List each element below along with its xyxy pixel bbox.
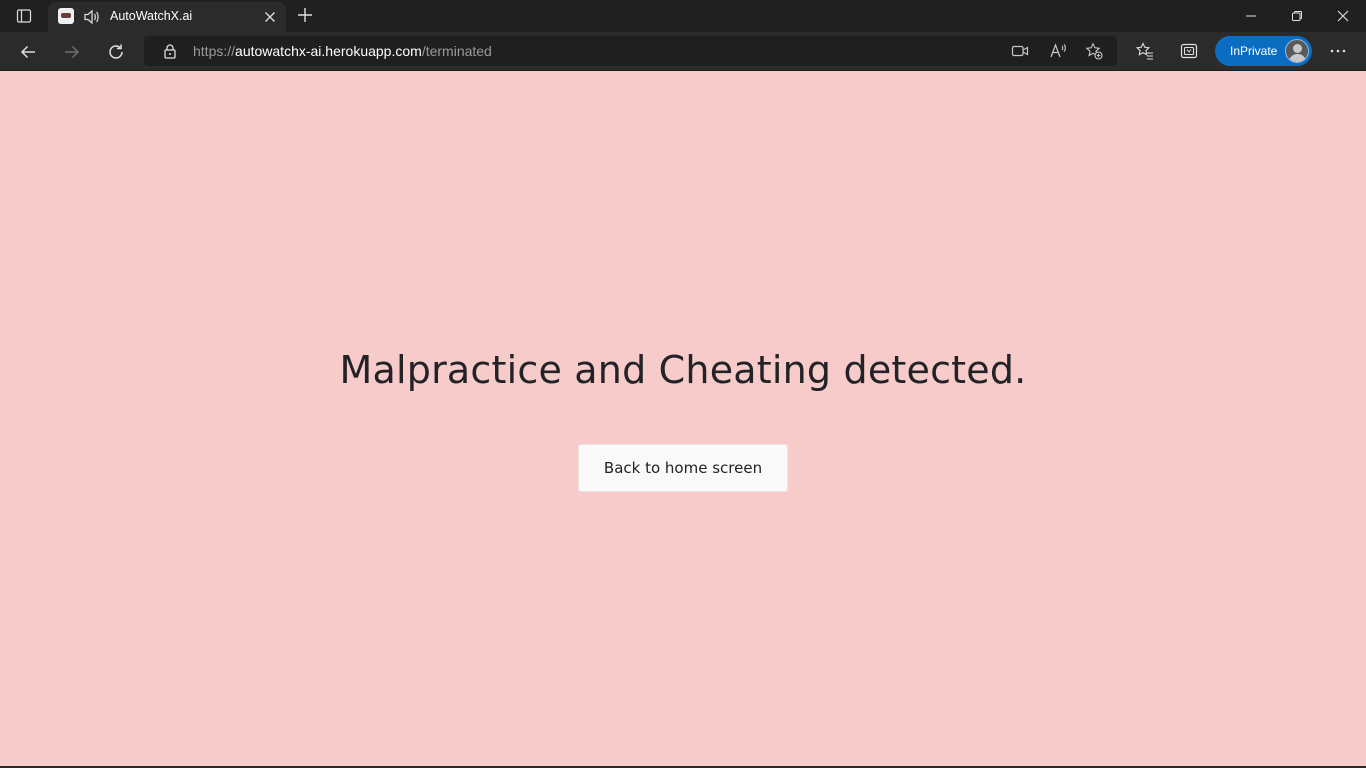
reload-icon — [109, 44, 123, 59]
read-aloud-icon[interactable] — [1049, 42, 1067, 60]
url-text[interactable]: https://autowatchx-ai.herokuapp.com/term… — [193, 43, 492, 59]
tab-close-icon[interactable] — [262, 9, 278, 25]
tab-strip: AutoWatchX.ai — [0, 0, 1366, 32]
reload-button[interactable] — [104, 40, 128, 64]
arrow-left-icon — [20, 45, 35, 59]
video-camera-icon[interactable] — [1011, 42, 1029, 60]
page-title: Malpractice and Cheating detected. — [339, 348, 1027, 392]
minimize-icon — [1246, 15, 1256, 17]
close-icon — [1337, 10, 1349, 22]
browser-toolbar: https://autowatchx-ai.herokuapp.com/term… — [0, 32, 1366, 70]
avatar — [1285, 39, 1309, 63]
site-favicon-icon — [58, 8, 74, 24]
new-tab-plus-icon[interactable] — [295, 5, 315, 25]
page-content: Malpractice and Cheating detected. Back … — [0, 71, 1366, 766]
favorites-list-icon[interactable] — [1135, 41, 1155, 61]
minimize-button[interactable] — [1228, 0, 1274, 32]
inprivate-profile-button[interactable]: InPrivate — [1215, 36, 1312, 66]
collections-icon[interactable] — [1179, 41, 1199, 61]
tab-actions-button[interactable] — [8, 4, 40, 28]
active-tab[interactable]: AutoWatchX.ai — [48, 2, 286, 32]
url-path: /terminated — [421, 43, 492, 59]
tab-actions-icon — [16, 9, 32, 23]
address-bar[interactable]: https://autowatchx-ai.herokuapp.com/term… — [144, 36, 1117, 66]
back-to-home-button[interactable]: Back to home screen — [578, 444, 788, 492]
speaker-icon[interactable] — [83, 8, 101, 26]
back-button[interactable] — [16, 40, 40, 64]
restore-icon — [1292, 11, 1302, 21]
url-scheme: https:// — [193, 43, 236, 59]
more-icon[interactable] — [1328, 41, 1348, 61]
forward-button[interactable] — [60, 40, 84, 64]
star-add-icon[interactable] — [1085, 42, 1103, 60]
lock-icon[interactable] — [162, 43, 178, 59]
inprivate-label: InPrivate — [1230, 44, 1278, 58]
tab-title: AutoWatchX.ai — [110, 9, 193, 23]
restore-button[interactable] — [1274, 0, 1320, 32]
close-window-button[interactable] — [1320, 0, 1366, 32]
url-host: autowatchx-ai.herokuapp.com — [235, 43, 422, 59]
arrow-right-icon — [65, 45, 80, 59]
